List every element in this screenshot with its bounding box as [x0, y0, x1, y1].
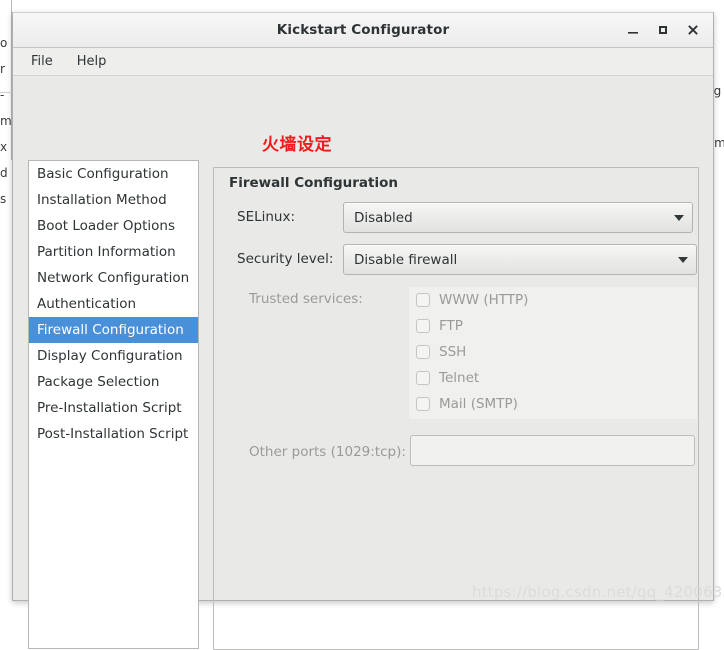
other-ports-label: Other ports (1029:tcp): [249, 444, 406, 460]
security-level-value: Disable firewall [354, 251, 458, 268]
window-title: Kickstart Configurator [276, 22, 450, 38]
trusted-services-label: Trusted services: [249, 291, 363, 307]
chevron-down-icon [678, 256, 688, 263]
sidebar-item-firewall-configuration[interactable]: Firewall Configuration [29, 317, 198, 343]
checkbox-row-ftp[interactable]: FTP [409, 313, 697, 339]
checkbox-icon[interactable] [416, 397, 430, 411]
checkbox-label: FTP [439, 318, 463, 334]
checkbox-label: SSH [439, 344, 467, 360]
sidebar-item-post-installation-script[interactable]: Post-Installation Script [29, 421, 198, 447]
checkbox-row-www-http[interactable]: WWW (HTTP) [409, 287, 697, 313]
window-body: 火墙设定 Basic Configuration Installation Me… [13, 76, 713, 650]
checkbox-label: Telnet [439, 370, 480, 386]
checkbox-icon[interactable] [416, 293, 430, 307]
checkbox-icon[interactable] [416, 319, 430, 333]
configuration-section-list[interactable]: Basic Configuration Installation Method … [28, 160, 199, 649]
checkbox-label: Mail (SMTP) [439, 396, 518, 412]
menubar: File Help [13, 48, 713, 76]
sidebar-item-authentication[interactable]: Authentication [29, 291, 198, 317]
minimize-icon[interactable] [619, 16, 647, 44]
checkbox-label: WWW (HTTP) [439, 292, 529, 308]
sidebar-item-boot-loader-options[interactable]: Boot Loader Options [29, 213, 198, 239]
checkbox-row-mail-smtp[interactable]: Mail (SMTP) [409, 391, 697, 417]
security-level-dropdown[interactable]: Disable firewall [343, 244, 697, 275]
security-level-label: Security level: [237, 251, 334, 267]
background-window-left-text: o r - m x d s [0, 36, 12, 206]
sidebar-item-pre-installation-script[interactable]: Pre-Installation Script [29, 395, 198, 421]
maximize-icon[interactable] [649, 16, 677, 44]
sidebar-item-display-configuration[interactable]: Display Configuration [29, 343, 198, 369]
kickstart-configurator-window: Kickstart Configurator File Help 火墙设定 Ba… [12, 12, 714, 650]
chevron-down-icon [674, 214, 684, 221]
sidebar-item-basic-configuration[interactable]: Basic Configuration [29, 161, 198, 187]
close-icon[interactable] [679, 16, 707, 44]
trusted-services-list: WWW (HTTP) FTP SSH Telnet Mail (SMTP) [409, 287, 697, 419]
sidebar-item-package-selection[interactable]: Package Selection [29, 369, 198, 395]
menu-help[interactable]: Help [67, 51, 117, 72]
checkbox-row-ssh[interactable]: SSH [409, 339, 697, 365]
checkbox-icon[interactable] [416, 345, 430, 359]
sidebar-item-partition-information[interactable]: Partition Information [29, 239, 198, 265]
menu-file[interactable]: File [21, 51, 63, 72]
checkbox-icon[interactable] [416, 371, 430, 385]
selinux-dropdown[interactable]: Disabled [343, 202, 693, 233]
checkbox-row-telnet[interactable]: Telnet [409, 365, 697, 391]
window-controls [619, 13, 707, 47]
window-titlebar: Kickstart Configurator [13, 12, 713, 48]
selinux-value: Disabled [354, 209, 413, 226]
other-ports-input[interactable] [410, 435, 695, 466]
sidebar-item-installation-method[interactable]: Installation Method [29, 187, 198, 213]
selinux-label: SELinux: [237, 209, 296, 225]
red-annotation-text: 火墙设定 [262, 135, 332, 155]
sidebar-item-network-configuration[interactable]: Network Configuration [29, 265, 198, 291]
firewall-configuration-group-label: Firewall Configuration [224, 175, 404, 191]
